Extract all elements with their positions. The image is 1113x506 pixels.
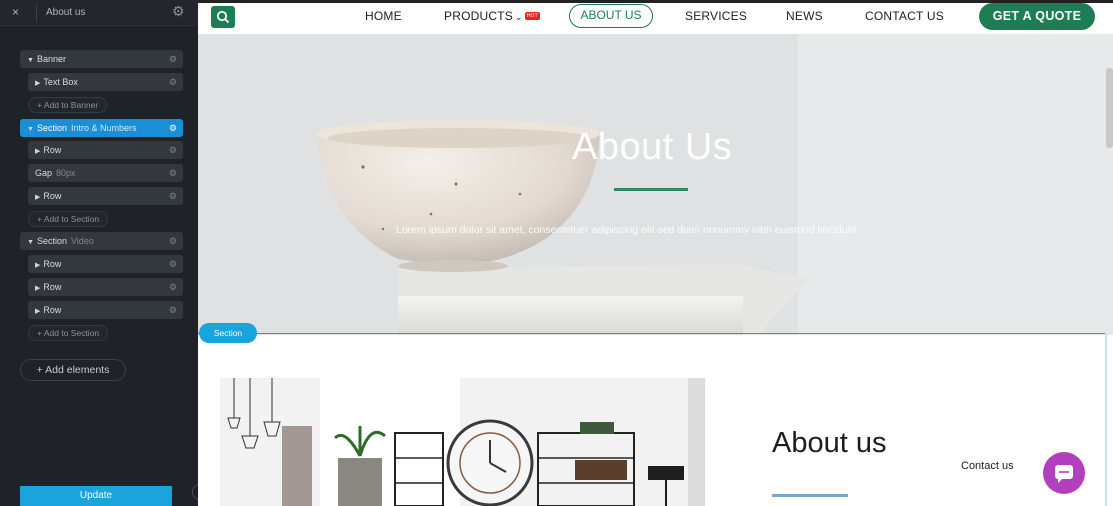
tree-item-label: Gap	[35, 168, 53, 178]
tree-item-label: Text Box	[43, 77, 78, 87]
chevron-down-icon: ⌄	[514, 12, 523, 22]
about-heading: About us	[772, 427, 887, 459]
gear-icon[interactable]: ⚙	[169, 164, 177, 182]
tree-item-label: Row	[43, 191, 62, 201]
tree-item-sublabel: Intro & Numbers	[70, 123, 137, 133]
nav-news[interactable]: NEWS	[786, 9, 823, 23]
caret-right-icon: ▶	[35, 308, 41, 315]
hot-badge: HOT	[524, 12, 540, 20]
contact-us-label[interactable]: Contact us	[961, 460, 1014, 472]
tree-item-sublabel: 80px	[56, 168, 76, 178]
tree-item-label: Section	[36, 236, 67, 246]
tree-item-text-box[interactable]: ▶ Text Box ⚙	[28, 73, 183, 91]
caret-right-icon: ▶	[35, 262, 41, 269]
nav-products-label: PRODUCTS	[444, 9, 513, 23]
add-to-section-button[interactable]: + Add to Section	[28, 325, 109, 341]
interior-illustration	[220, 378, 705, 506]
caret-right-icon: ▶	[35, 194, 41, 201]
tree-item-label: Row	[43, 305, 62, 315]
gear-icon[interactable]: ⚙	[172, 3, 185, 20]
tree-item-banner[interactable]: ▼ Banner ⚙	[20, 50, 183, 68]
caret-down-icon: ▼	[27, 126, 34, 133]
update-button[interactable]: Update	[20, 486, 172, 506]
tree-item-sublabel: Video	[70, 236, 94, 246]
chat-icon	[1055, 465, 1073, 483]
page-canvas: About Us Lorem ipsum dolor sit amet, con…	[198, 0, 1113, 506]
tree-item-section-intro[interactable]: ▼ Section Intro & Numbers ⚙	[20, 119, 183, 137]
tree-item-row[interactable]: ▶ Row ⚙	[28, 301, 183, 319]
hero-banner: About Us Lorem ipsum dolor sit amet, con…	[198, 34, 1113, 335]
site-navbar: HOME PRODUCTS ⌄ HOT ABOUT US SERVICES NEWS…	[198, 0, 1113, 34]
gear-icon[interactable]: ⚙	[169, 50, 177, 68]
interior-photo	[220, 378, 705, 506]
add-elements-button[interactable]: + Add elements	[20, 359, 126, 381]
scrollbar[interactable]	[1106, 68, 1113, 148]
gear-icon[interactable]: ⚙	[169, 73, 177, 91]
banner-title: About Us	[572, 126, 733, 168]
banner-text: Lorem ipsum dolor sit amet, consectetuer…	[396, 224, 857, 236]
section-outline-right	[1105, 333, 1107, 506]
gear-icon[interactable]: ⚙	[169, 301, 177, 319]
search-icon	[216, 10, 230, 24]
tree-item-label: Banner	[36, 54, 66, 64]
gear-icon[interactable]: ⚙	[169, 187, 177, 205]
header-divider	[36, 4, 37, 22]
bowl-photo	[198, 34, 1113, 335]
gear-icon[interactable]: ⚙	[169, 278, 177, 296]
caret-right-icon: ▶	[35, 80, 41, 87]
tree-item-label: Row	[43, 259, 62, 269]
tree-item-section-video[interactable]: ▼ Section Video ⚙	[20, 232, 183, 250]
gear-icon[interactable]: ⚙	[169, 255, 177, 273]
add-to-banner-button[interactable]: + Add to Banner	[28, 97, 108, 113]
builder-sidebar: × About us ⚙ ▼ Banner ⚙ ▶ Text Box ⚙ + Add…	[0, 0, 208, 506]
gear-icon[interactable]: ⚙	[169, 119, 177, 137]
gear-icon[interactable]: ⚙	[169, 141, 177, 159]
caret-right-icon: ▶	[35, 285, 41, 292]
caret-right-icon: ▶	[35, 148, 41, 155]
tree-item-label: Row	[43, 145, 62, 155]
close-icon[interactable]: ×	[12, 5, 19, 19]
tree-item-gap[interactable]: Gap 80px ⚙	[28, 164, 183, 182]
gear-icon[interactable]: ⚙	[169, 232, 177, 250]
add-to-section-button[interactable]: + Add to Section	[28, 211, 109, 227]
page-builder-screen: × About us ⚙ ▼ Banner ⚙ ▶ Text Box ⚙ + Add…	[0, 0, 1113, 506]
tree-item-label: Row	[43, 282, 62, 292]
caret-down-icon: ▼	[27, 239, 34, 246]
get-a-quote-button[interactable]: GET A QUOTE	[979, 3, 1095, 30]
tree-item-row[interactable]: ▶ Row ⚙	[28, 141, 183, 159]
nav-about-us[interactable]: ABOUT US	[569, 4, 653, 28]
nav-contact-us[interactable]: CONTACT US	[865, 9, 944, 23]
chat-button[interactable]	[1043, 452, 1085, 494]
sidebar-header: × About us ⚙	[0, 0, 198, 26]
section-outline-top	[198, 333, 1107, 334]
tree-item-label: Section	[36, 123, 67, 133]
tree-item-row[interactable]: ▶ Row ⚙	[28, 255, 183, 273]
caret-down-icon: ▼	[27, 57, 34, 64]
banner-title-underline	[614, 188, 688, 191]
about-heading-underline	[772, 494, 848, 497]
sidebar-title: About us	[46, 7, 86, 18]
section-label-tag[interactable]: Section	[199, 323, 257, 343]
tree-item-row[interactable]: ▶ Row ⚙	[28, 278, 183, 296]
nav-services[interactable]: SERVICES	[685, 9, 747, 23]
tree-item-row[interactable]: ▶ Row ⚙	[28, 187, 183, 205]
search-button[interactable]	[211, 6, 235, 28]
nav-products[interactable]: PRODUCTS ⌄ HOT	[444, 9, 540, 23]
nav-home[interactable]: HOME	[365, 9, 402, 23]
